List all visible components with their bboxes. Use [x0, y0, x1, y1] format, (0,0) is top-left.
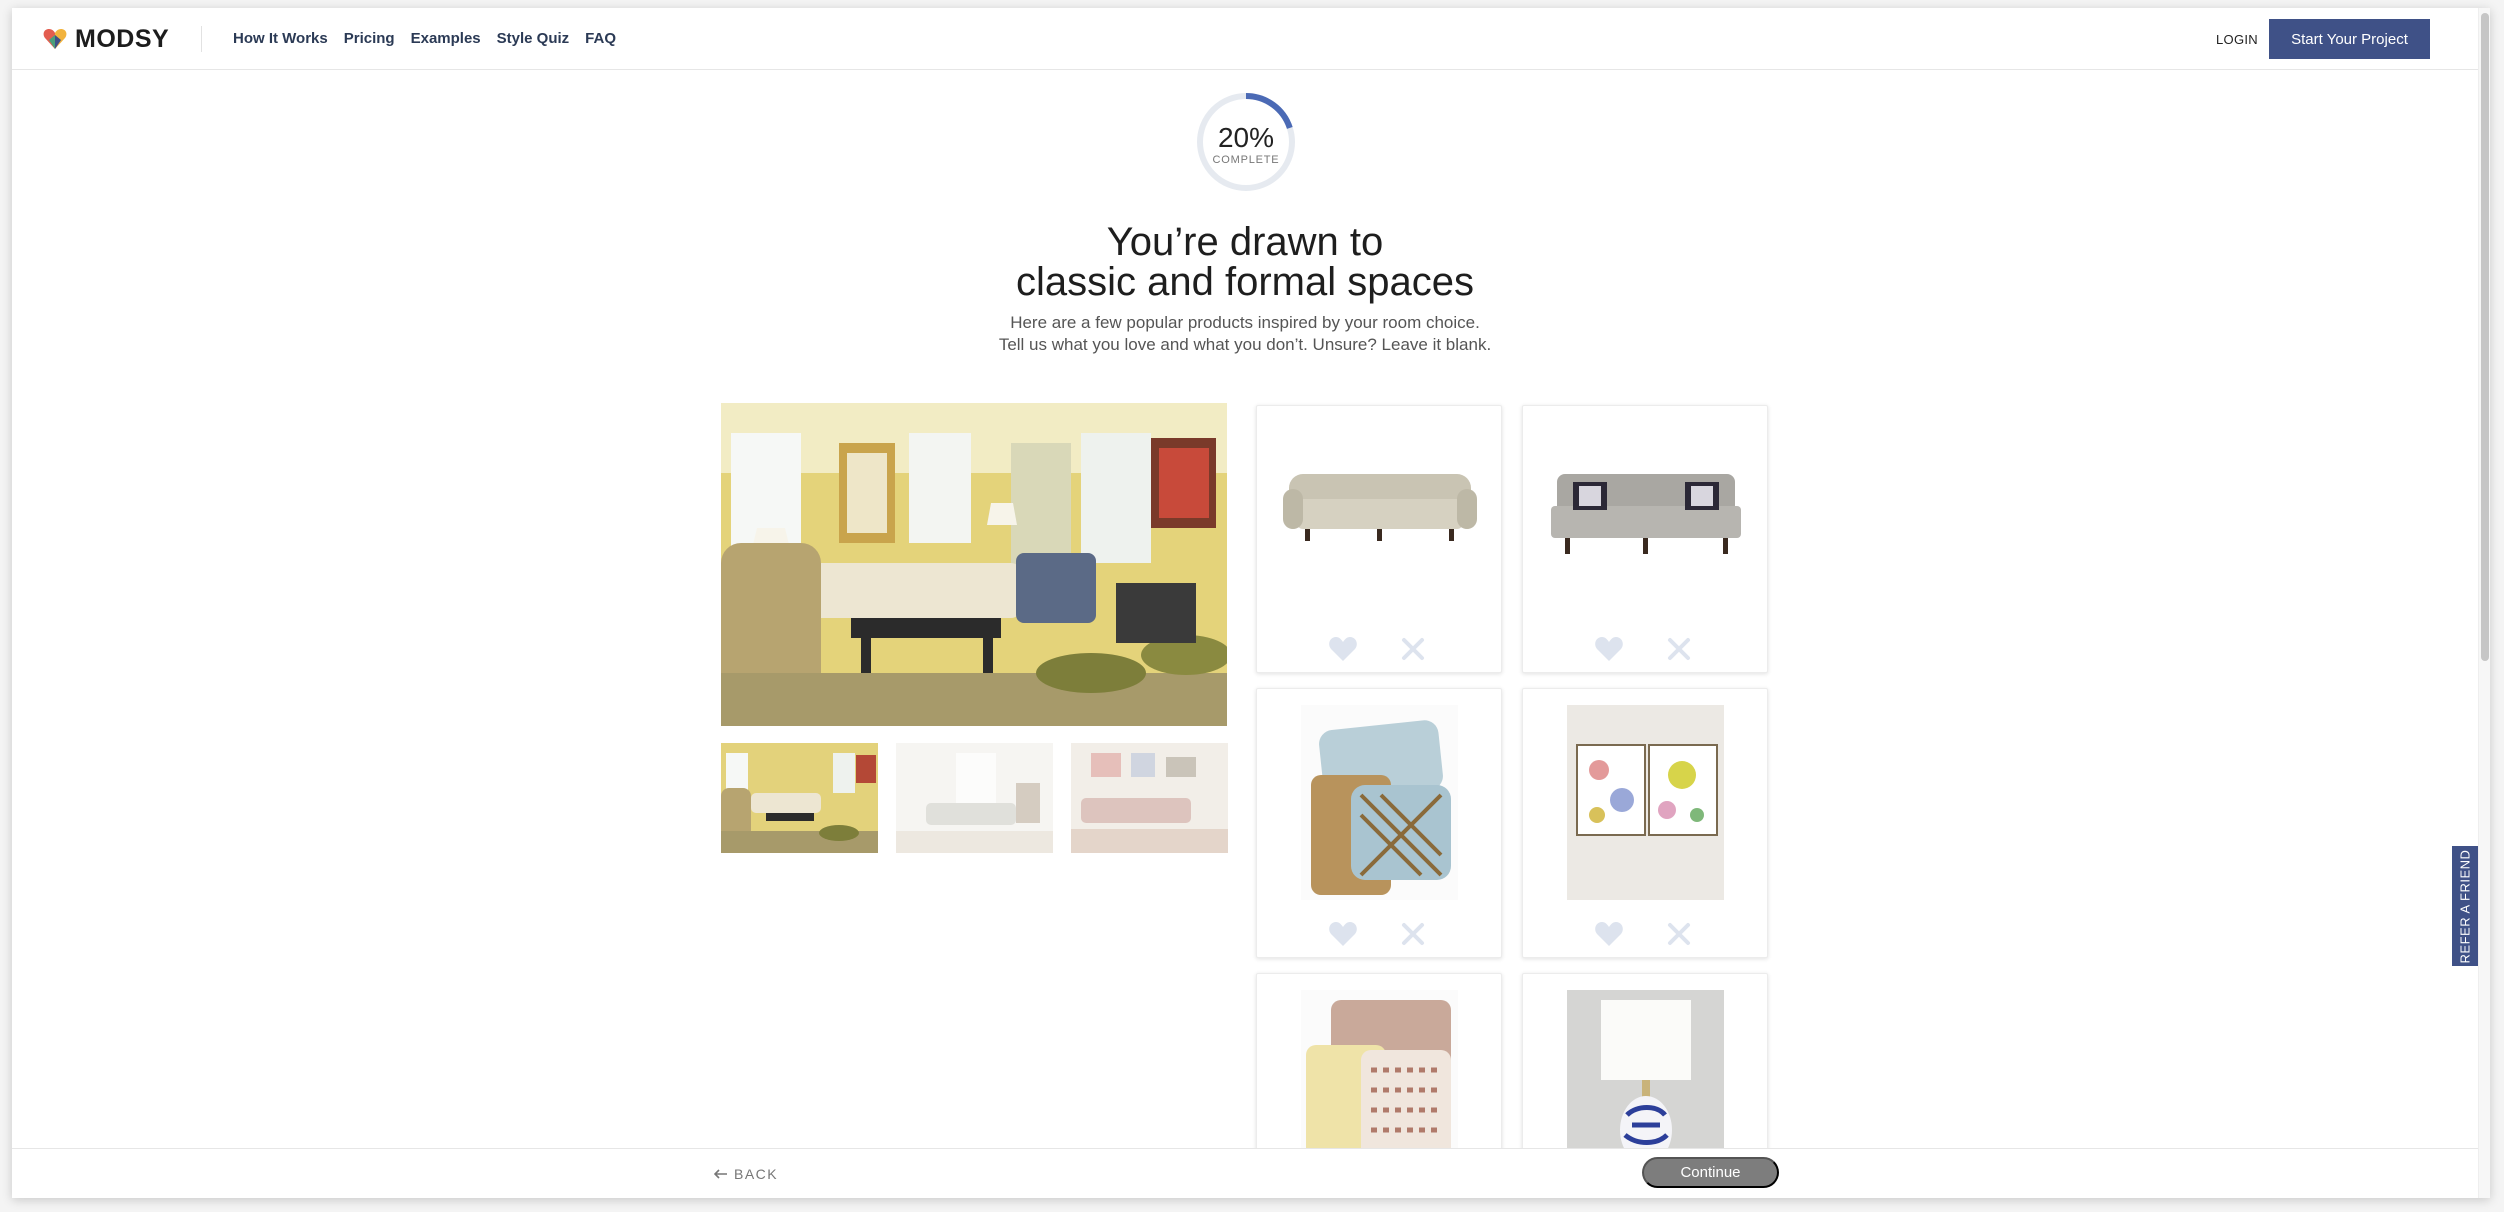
- header-divider: [201, 26, 202, 52]
- room-thumbnail-3[interactable]: [1071, 743, 1228, 853]
- subtitle-line-1: Here are a few popular products inspired…: [1010, 313, 1480, 332]
- refer-a-friend-tab[interactable]: REFER A FRIEND: [2452, 846, 2478, 966]
- product-card-sofa-tufted: [1256, 405, 1502, 673]
- page-title: You’re drawn to classic and formal space…: [12, 222, 2478, 302]
- progress-percent: 20%: [1217, 122, 1275, 153]
- close-icon[interactable]: [1401, 637, 1425, 661]
- nav-faq[interactable]: FAQ: [585, 30, 616, 47]
- page-subtitle: Here are a few popular products inspired…: [12, 312, 2478, 356]
- product-actions: [1257, 919, 1501, 949]
- progress-ring: 20% COMPLETE: [1194, 90, 1298, 194]
- product-card-patterned-pillows: [1256, 973, 1502, 1173]
- main-nav: How It Works Pricing Examples Style Quiz…: [233, 30, 616, 47]
- heart-icon[interactable]: [1594, 921, 1624, 947]
- browser-window: MODSY How It Works Pricing Examples Styl…: [12, 8, 2490, 1198]
- back-label: BACK: [734, 1166, 779, 1182]
- progress-label: COMPLETE: [1212, 154, 1280, 166]
- modsy-heart-icon: [43, 29, 67, 49]
- subtitle-line-2: Tell us what you love and what you don’t…: [998, 335, 1492, 354]
- continue-button[interactable]: Continue: [1642, 1157, 1779, 1188]
- close-icon[interactable]: [1401, 922, 1425, 946]
- scrollbar[interactable]: [2478, 8, 2490, 1198]
- nav-pricing[interactable]: Pricing: [344, 30, 395, 47]
- product-actions: [1523, 919, 1767, 949]
- product-image[interactable]: [1279, 444, 1481, 564]
- product-image[interactable]: [1567, 990, 1724, 1160]
- product-image[interactable]: [1301, 990, 1458, 1160]
- product-card-art: [1522, 688, 1768, 958]
- heart-icon[interactable]: [1594, 636, 1624, 662]
- nav-how-it-works[interactable]: How It Works: [233, 30, 328, 47]
- product-image[interactable]: [1543, 434, 1749, 574]
- product-card-lamp: [1522, 973, 1768, 1173]
- heart-icon[interactable]: [1328, 921, 1358, 947]
- start-project-button[interactable]: Start Your Project: [2269, 19, 2430, 59]
- brand-name: MODSY: [75, 24, 170, 53]
- close-icon[interactable]: [1667, 922, 1691, 946]
- product-image[interactable]: [1301, 705, 1458, 900]
- heart-icon[interactable]: [1328, 636, 1358, 662]
- room-main-image: [721, 403, 1227, 726]
- product-image[interactable]: [1567, 705, 1724, 900]
- refer-label: REFER A FRIEND: [2457, 849, 2473, 963]
- footer-bar: BACK Continue: [12, 1148, 2478, 1198]
- arrow-left-icon: [714, 1169, 727, 1179]
- product-actions: [1523, 634, 1767, 664]
- title-line-1: You’re drawn to: [1106, 220, 1384, 264]
- product-actions: [1257, 634, 1501, 664]
- scrollbar-thumb[interactable]: [2481, 13, 2489, 661]
- close-icon[interactable]: [1667, 637, 1691, 661]
- site-header: MODSY How It Works Pricing Examples Styl…: [12, 8, 2490, 70]
- logo[interactable]: MODSY: [42, 24, 169, 54]
- nav-style-quiz[interactable]: Style Quiz: [497, 30, 570, 47]
- nav-examples[interactable]: Examples: [411, 30, 481, 47]
- room-thumbnail-1[interactable]: [721, 743, 878, 853]
- title-line-2: classic and formal spaces: [1016, 260, 1474, 304]
- room-thumbnail-2[interactable]: [896, 743, 1053, 853]
- product-card-pillows: [1256, 688, 1502, 958]
- back-button[interactable]: BACK: [714, 1166, 778, 1182]
- product-card-sofa-grey: [1522, 405, 1768, 673]
- login-link[interactable]: LOGIN: [2216, 32, 2258, 47]
